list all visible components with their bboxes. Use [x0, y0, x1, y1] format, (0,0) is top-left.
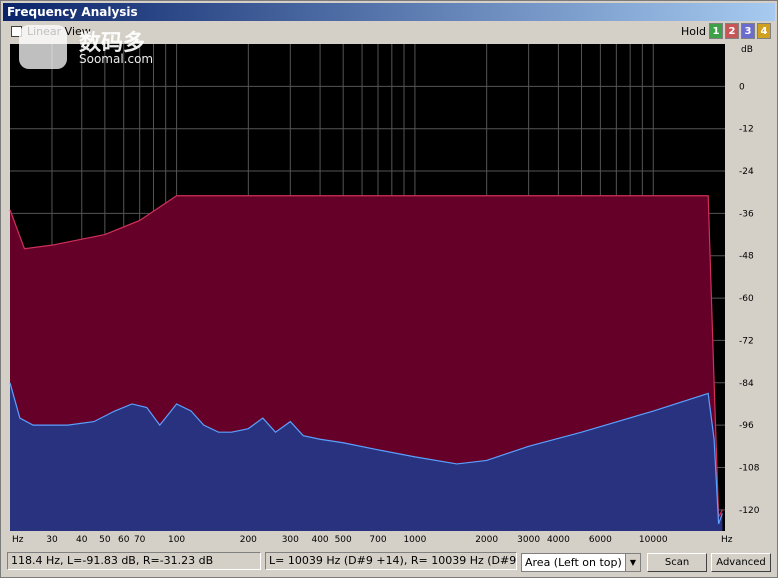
- x-axis-unit-label: Hz: [12, 535, 24, 545]
- x-axis-unit-label-right: Hz: [721, 535, 733, 545]
- view-mode-select[interactable]: Area (Left on top) ▼: [521, 553, 641, 572]
- y-tick-label: -12: [739, 125, 754, 135]
- x-tick-label: 70: [134, 535, 146, 545]
- x-tick-label: 700: [369, 535, 386, 545]
- view-mode-value: Area (Left on top): [525, 556, 622, 569]
- watermark-logo-icon: [19, 25, 67, 69]
- x-tick-label: 10000: [639, 535, 668, 545]
- x-tick-label: 200: [240, 535, 257, 545]
- y-tick-label: -108: [739, 463, 760, 473]
- advanced-button[interactable]: Advanced: [711, 553, 771, 572]
- spectrum-plot[interactable]: dB 0 -12 -24 -36 -48 -60 -72 -84 -96 -108 -120 Hz Hz 3…: [1, 1, 778, 549]
- y-tick-label: -84: [739, 379, 754, 389]
- y-axis-strip: [725, 44, 737, 531]
- scan-button[interactable]: Scan: [647, 553, 707, 572]
- x-tick-label: 60: [118, 535, 130, 545]
- x-tick-label: 500: [335, 535, 352, 545]
- frequency-analysis-window: Frequency Analysis Linear View Hold 1 2 …: [0, 0, 778, 578]
- x-tick-label: 1000: [403, 535, 426, 545]
- x-tick-label: 4000: [547, 535, 570, 545]
- y-tick-label: -60: [739, 294, 754, 304]
- watermark-text-en: Soomal.com: [79, 52, 154, 66]
- y-tick-label: -24: [739, 167, 754, 177]
- chevron-down-icon[interactable]: ▼: [625, 554, 640, 571]
- y-tick-label: -120: [739, 506, 760, 516]
- peak-readout: L= 10039 Hz (D#9 +14), R= 10039 Hz (D#9 …: [265, 552, 517, 570]
- y-tick-label: -36: [739, 209, 754, 219]
- y-tick-label: -72: [739, 336, 754, 346]
- x-tick-label: 30: [46, 535, 58, 545]
- y-tick-label: -96: [739, 421, 754, 431]
- x-tick-label: 400: [311, 535, 328, 545]
- cursor-readout: 118.4 Hz, L=-91.83 dB, R=-31.23 dB: [7, 552, 261, 570]
- x-tick-label: 2000: [475, 535, 498, 545]
- y-axis-unit-label: dB: [741, 45, 753, 55]
- x-tick-label: 50: [99, 535, 111, 545]
- x-tick-label: 100: [168, 535, 185, 545]
- x-tick-label: 40: [76, 535, 88, 545]
- y-tick-label: -48: [739, 252, 754, 262]
- x-tick-label: 3000: [517, 535, 540, 545]
- watermark: 数码多 Soomal.com: [19, 25, 164, 73]
- y-tick-label: 0: [739, 82, 745, 92]
- x-tick-label: 300: [282, 535, 299, 545]
- x-tick-label: 6000: [589, 535, 612, 545]
